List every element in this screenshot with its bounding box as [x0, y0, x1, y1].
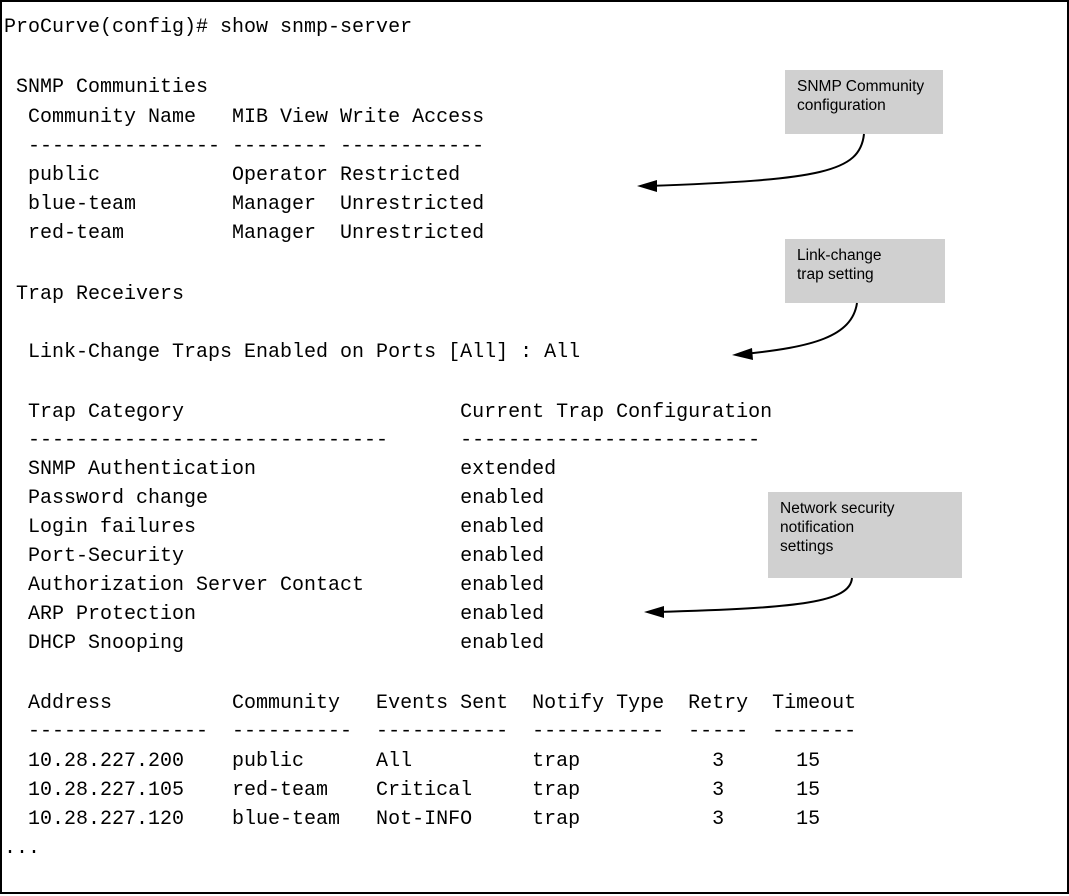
trap-category-rule: ------------------------------ ---------… — [4, 429, 761, 452]
trap-category-header: Trap Category Current Trap Configuration — [4, 401, 773, 424]
trap-category-row: ARP Protection enabled — [4, 603, 545, 626]
trap-category-row: SNMP Authentication extended — [4, 458, 557, 481]
community-row: red-team Manager Unrestricted — [4, 222, 485, 245]
community-row: blue-team Manager Unrestricted — [4, 193, 485, 216]
callout-link-change: Link-change trap setting — [785, 239, 945, 303]
snmp-communities-heading: SNMP Communities — [4, 76, 209, 99]
command-prompt-line: ProCurve(config)# show snmp-server — [4, 16, 413, 39]
community-table-rule: ---------------- -------- ------------ — [4, 135, 485, 158]
address-table-row: 10.28.227.200 public All trap 3 15 — [4, 750, 821, 773]
address-table-row: 10.28.227.120 blue-team Not-INFO trap 3 … — [4, 808, 821, 831]
link-change-traps-line: Link-Change Traps Enabled on Ports [All]… — [4, 341, 581, 364]
callout-network-security: Network security notification settings — [768, 492, 962, 578]
trap-category-row: Login failures enabled — [4, 516, 545, 539]
community-row: public Operator Restricted — [4, 164, 461, 187]
trap-category-row: Authorization Server Contact enabled — [4, 574, 545, 597]
community-table-header: Community Name MIB View Write Access — [4, 106, 485, 129]
address-table-rule: --------------- ---------- ----------- -… — [4, 720, 857, 743]
trap-category-row: Password change enabled — [4, 487, 545, 510]
ellipsis-line: ... — [4, 837, 41, 860]
trap-category-row: DHCP Snooping enabled — [4, 632, 545, 655]
callout-snmp-community: SNMP Community configuration — [785, 70, 943, 134]
trap-category-row: Port-Security enabled — [4, 545, 545, 568]
terminal-frame: ProCurve(config)# show snmp-server SNMP … — [0, 0, 1069, 894]
address-table-header: Address Community Events Sent Notify Typ… — [4, 692, 857, 715]
terminal-output: ProCurve(config)# show snmp-server SNMP … — [4, 4, 1065, 890]
address-table-row: 10.28.227.105 red-team Critical trap 3 1… — [4, 779, 821, 802]
trap-receivers-heading: Trap Receivers — [4, 283, 185, 306]
